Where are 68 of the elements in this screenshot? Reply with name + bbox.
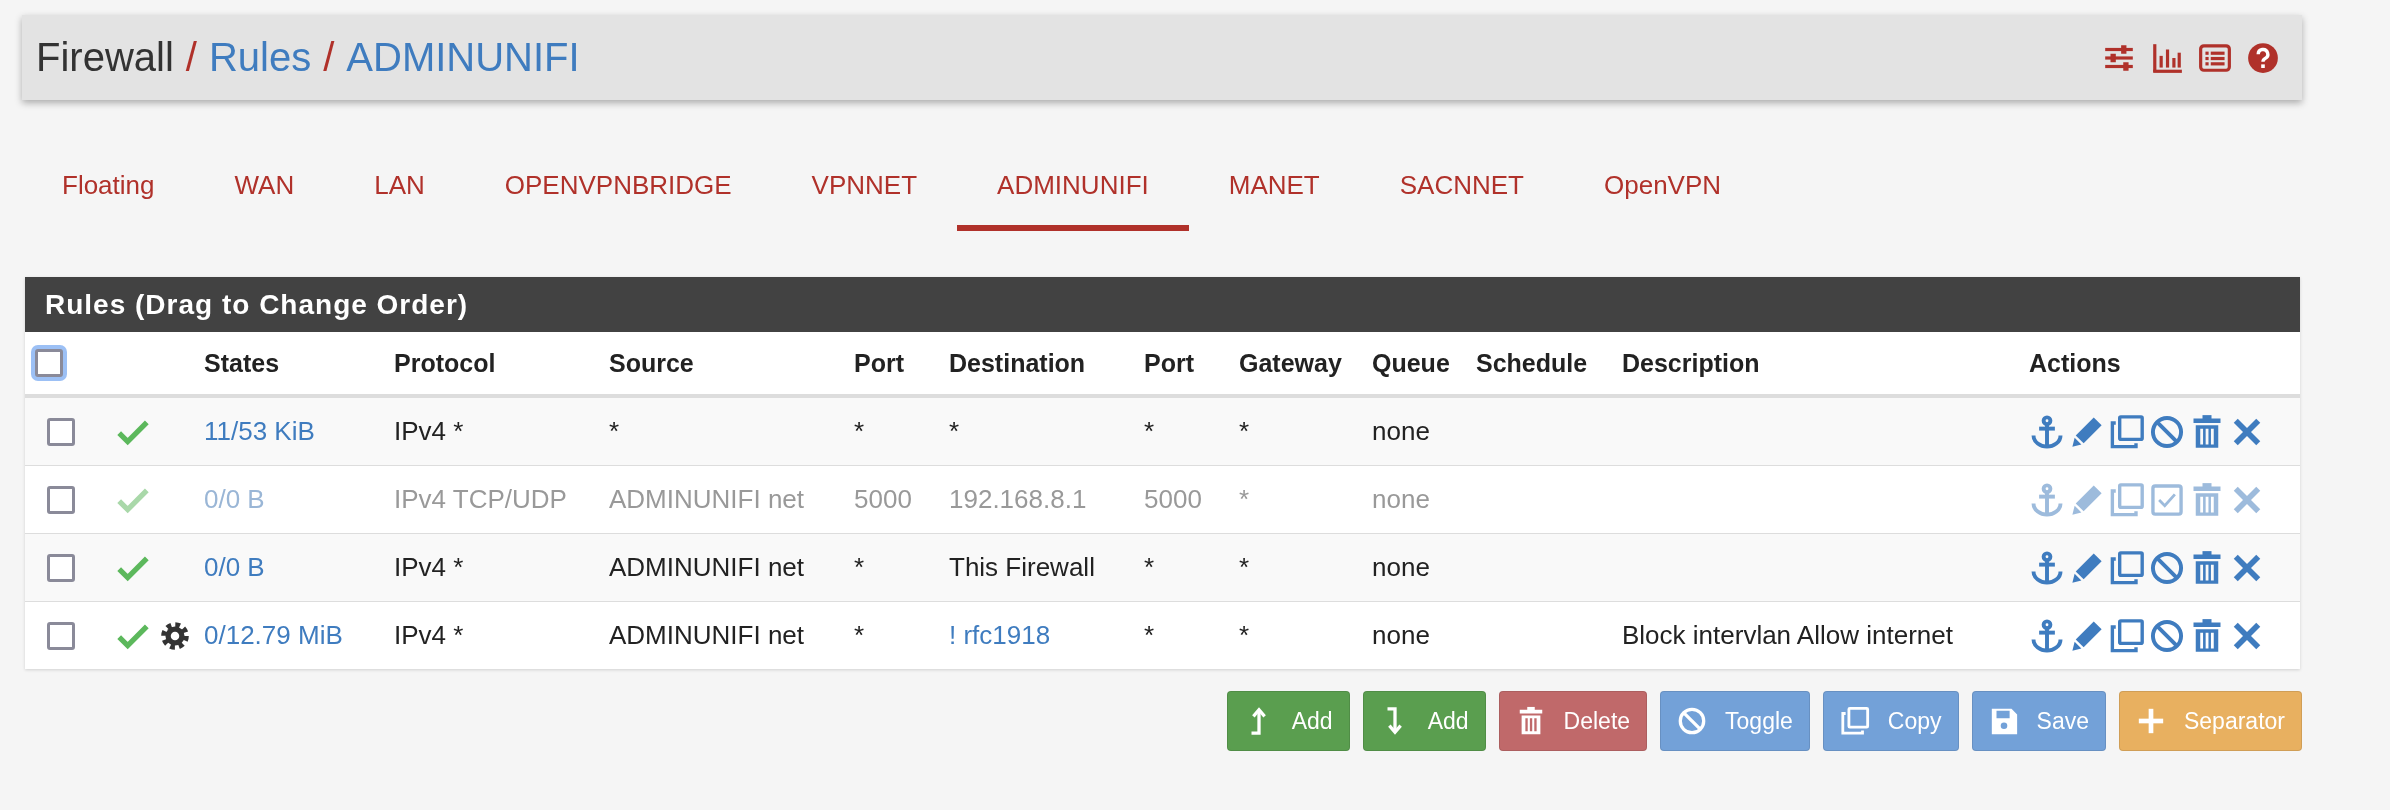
copy-icon[interactable] bbox=[2109, 617, 2145, 654]
copy-button[interactable]: Copy bbox=[1822, 691, 1959, 751]
tab[interactable]: MANET bbox=[1188, 148, 1360, 231]
panel-title: Rules (Drag to Change Order) bbox=[25, 277, 2300, 332]
table-cell: 192.168.8.1 bbox=[949, 484, 1087, 514]
table-cell: This Firewall bbox=[949, 552, 1095, 582]
copy-icon bbox=[1839, 706, 1870, 736]
save-button[interactable]: Save bbox=[1971, 691, 2106, 751]
table-cell: * bbox=[1239, 416, 1250, 446]
breadcrumb-link[interactable]: Rules bbox=[208, 35, 312, 80]
ban-icon bbox=[1677, 706, 1708, 736]
copy-icon[interactable] bbox=[2109, 549, 2145, 586]
table-cell: ADMINUNIFI net bbox=[609, 620, 805, 650]
anchor-icon[interactable] bbox=[2029, 617, 2065, 654]
states-link[interactable]: 0/0 B bbox=[204, 552, 265, 582]
table-cell: * bbox=[1239, 552, 1250, 582]
tab[interactable]: OPENVPNBRIDGE bbox=[464, 148, 772, 231]
table-cell: * bbox=[1239, 484, 1250, 514]
breadcrumb-separator: / bbox=[323, 35, 335, 80]
tab[interactable]: Floating bbox=[22, 148, 195, 231]
toggle-button[interactable]: Toggle bbox=[1660, 691, 1810, 751]
table-cell: * bbox=[854, 416, 865, 446]
anchor-icon[interactable] bbox=[2029, 549, 2065, 586]
table-cell: Block intervlan Allow internet bbox=[1622, 620, 1953, 650]
table-cell: * bbox=[1144, 552, 1155, 582]
table-cell: none bbox=[1372, 552, 1430, 582]
table-cell: * bbox=[1144, 416, 1155, 446]
row-checkbox[interactable] bbox=[47, 417, 75, 446]
anchor-icon[interactable] bbox=[2029, 413, 2065, 450]
table-cell: none bbox=[1372, 416, 1430, 446]
table-cell: * bbox=[1144, 620, 1155, 650]
row-checkbox[interactable] bbox=[47, 621, 75, 650]
tab[interactable]: SACNNET bbox=[1359, 148, 1564, 231]
table-cell: * bbox=[609, 416, 620, 446]
table-cell: * bbox=[854, 620, 865, 650]
breadcrumb-link[interactable]: ADMINUNIFI bbox=[346, 35, 580, 80]
breadcrumb-text: Firewall bbox=[36, 35, 174, 80]
table-cell: IPv4 * bbox=[394, 620, 464, 650]
copy-icon[interactable] bbox=[2109, 413, 2145, 450]
tab[interactable]: ADMINUNIFI bbox=[957, 148, 1189, 231]
help-icon[interactable] bbox=[2246, 40, 2280, 75]
table-cell: IPv4 * bbox=[394, 416, 464, 446]
table-cell: 5000 bbox=[1144, 484, 1202, 514]
ban-icon[interactable] bbox=[2149, 413, 2185, 450]
table-cell: IPv4 TCP/UDP bbox=[394, 484, 567, 514]
breadcrumb-separator: / bbox=[185, 35, 197, 80]
table-cell: ADMINUNIFI net bbox=[609, 552, 805, 582]
table-cell: * bbox=[949, 416, 960, 446]
states-link[interactable]: 0/12.79 MiB bbox=[204, 620, 343, 650]
row-checkbox[interactable] bbox=[47, 553, 75, 582]
table-cell: * bbox=[1239, 620, 1250, 650]
tab[interactable]: OpenVPN bbox=[1564, 148, 1762, 231]
ban-icon[interactable] bbox=[2149, 549, 2185, 586]
tab[interactable]: WAN bbox=[194, 148, 335, 231]
add-top-button[interactable]: Add bbox=[1226, 691, 1350, 751]
tab[interactable]: LAN bbox=[334, 148, 465, 231]
table-cell: ADMINUNIFI net bbox=[609, 484, 805, 514]
delete-button[interactable]: Delete bbox=[1498, 691, 1648, 751]
tab[interactable]: VPNNET bbox=[771, 148, 958, 231]
table-cell: IPv4 * bbox=[394, 552, 464, 582]
ban-icon[interactable] bbox=[2149, 617, 2185, 654]
table-cell: none bbox=[1372, 484, 1430, 514]
table-cell: 5000 bbox=[854, 484, 912, 514]
table-cell: * bbox=[854, 552, 865, 582]
add-bottom-button[interactable]: Add bbox=[1362, 691, 1486, 751]
destination-link[interactable]: ! rfc1918 bbox=[949, 620, 1051, 650]
plus-icon bbox=[2136, 706, 2166, 736]
table-cell: none bbox=[1372, 620, 1430, 650]
